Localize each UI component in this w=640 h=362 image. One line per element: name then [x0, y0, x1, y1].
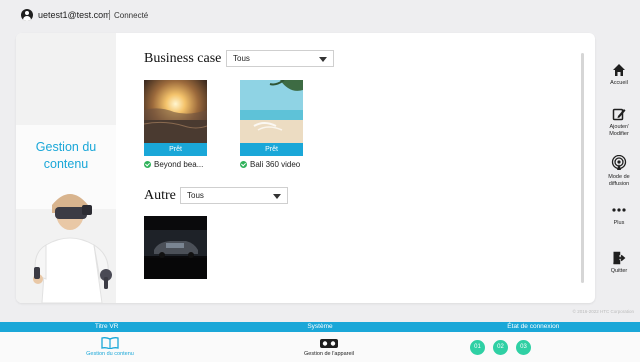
- copyright: © 2016-2022 HTC Corporation: [572, 309, 634, 314]
- content-management-label: Gestion du contenu: [86, 351, 134, 357]
- scrollbar[interactable]: [581, 53, 584, 283]
- vr-headset-icon: [320, 339, 338, 348]
- nav-add-edit[interactable]: Ajouter/ Modifier: [598, 107, 640, 137]
- content-tile[interactable]: Prêt Bali 360 video: [240, 80, 303, 169]
- thumbnail-car: [144, 216, 207, 279]
- filter-value: Tous: [233, 54, 250, 63]
- nav-more[interactable]: Plus: [598, 207, 640, 227]
- nav-label: Plus: [613, 220, 625, 226]
- home-icon: [613, 64, 625, 76]
- content-management-button[interactable]: Gestion du contenu: [80, 337, 140, 357]
- nav-quit[interactable]: Quitter: [598, 251, 640, 275]
- section-title: Business case: [144, 51, 222, 66]
- divider: [109, 10, 110, 20]
- bottom-header-bar: Titre VR Système État de connexion: [0, 322, 640, 332]
- device-badge[interactable]: 03: [516, 340, 531, 355]
- thumbnail-beach: [240, 80, 303, 143]
- device-badge[interactable]: 02: [493, 340, 508, 355]
- connection-state-header: État de connexion: [507, 323, 560, 330]
- connection-status: Connecté: [114, 11, 149, 20]
- device-badge[interactable]: 01: [470, 340, 485, 355]
- more-icon: [612, 208, 626, 212]
- nav-label: Mode de diffusion: [608, 174, 630, 187]
- business-case-filter[interactable]: Tous: [226, 50, 334, 67]
- nav-home[interactable]: Accueil: [598, 63, 640, 87]
- content-tile[interactable]: Prêt Beyond bea...: [144, 80, 207, 169]
- chevron-down-icon: [319, 57, 327, 62]
- edit-icon: [612, 108, 626, 121]
- section-banner: Gestion du contenu: [16, 33, 116, 303]
- tile-title: Bali 360 video: [250, 160, 301, 169]
- vr-title-header: Titre VR: [94, 323, 119, 330]
- section-title: Autre: [144, 188, 176, 203]
- ready-icon: [240, 161, 247, 168]
- nav-broadcast-mode[interactable]: Mode de diffusion: [598, 155, 640, 187]
- device-management-label: Gestion de l'appareil: [304, 351, 354, 357]
- nav-label: Ajouter/ Modifier: [609, 124, 629, 137]
- ready-icon: [144, 161, 151, 168]
- top-bar: uetest1@test.com Connecté: [0, 0, 640, 30]
- chevron-down-icon: [273, 194, 281, 199]
- tile-caption: Bali 360 video: [240, 160, 303, 169]
- broadcast-icon: [611, 155, 627, 170]
- status-badge: Prêt: [144, 143, 207, 156]
- bottom-panel: Gestion du contenu Gestion de l'appareil…: [0, 332, 640, 362]
- tile-caption: Beyond bea...: [144, 160, 207, 169]
- system-header: Système: [307, 323, 333, 330]
- user-icon[interactable]: [21, 9, 33, 21]
- logout-icon: [613, 251, 626, 265]
- status-badge: Prêt: [240, 143, 303, 156]
- content-panel: Gestion du contenu Business case Tous Pr…: [16, 33, 595, 303]
- device-management-button[interactable]: Gestion de l'appareil: [296, 337, 362, 357]
- vr-user-illustration: [33, 194, 112, 303]
- banner-title: Gestion du contenu: [35, 140, 97, 171]
- thumbnail-sunset: [144, 80, 207, 143]
- nav-label: Accueil: [610, 80, 628, 86]
- autre-filter[interactable]: Tous: [180, 187, 288, 204]
- tile-title: Beyond bea...: [154, 160, 204, 169]
- user-email: uetest1@test.com: [38, 10, 111, 20]
- filter-value: Tous: [187, 191, 204, 200]
- book-icon: [101, 337, 119, 349]
- nav-label: Quitter: [610, 268, 628, 274]
- content-tile[interactable]: [144, 216, 207, 279]
